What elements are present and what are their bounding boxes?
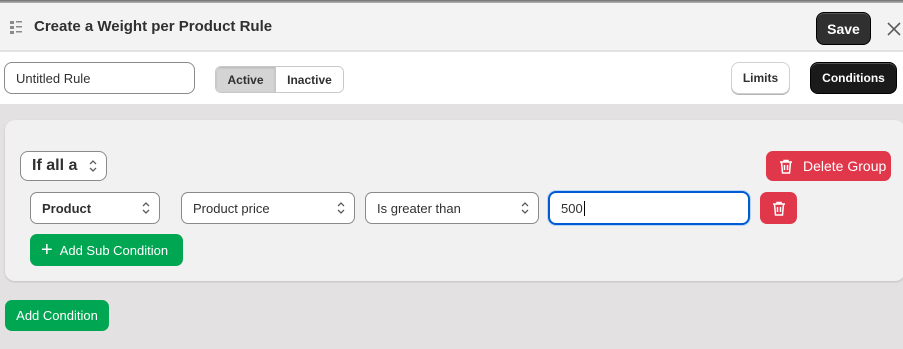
condition-value-text: 500 [561,200,583,216]
chevron-up-down-icon [89,160,97,172]
conditions-button[interactable]: Conditions [810,62,897,94]
trash-icon [772,201,785,216]
status-toggle: Active Inactive [215,66,344,93]
condition-operator-value: Is greater than [377,200,461,216]
rule-name-input[interactable] [4,62,195,94]
delete-group-label: Delete Group [803,158,887,174]
condition-value-input[interactable]: 500 [548,191,750,225]
limits-button[interactable]: Limits [731,62,790,94]
group-match-value: If all a [32,157,78,174]
delete-condition-button[interactable] [760,192,797,224]
modal-header: Create a Weight per Product Rule Save [0,3,903,51]
delete-group-button[interactable]: Delete Group [766,151,891,181]
chevron-up-down-icon [142,202,150,214]
add-sub-condition-button[interactable]: + Add Sub Condition [30,234,183,266]
status-inactive-option[interactable]: Inactive [276,67,343,92]
condition-type-select[interactable]: Product [30,192,160,224]
chevron-up-down-icon [337,202,345,214]
save-button[interactable]: Save [816,12,871,45]
condition-field-select[interactable]: Product price [181,192,355,224]
status-active-option[interactable]: Active [216,67,276,92]
condition-operator-select[interactable]: Is greater than [365,192,539,224]
page-title: Create a Weight per Product Rule [34,18,273,35]
condition-field-value: Product price [193,200,270,216]
chevron-up-down-icon [521,202,529,214]
trash-icon [780,159,792,174]
add-sub-condition-label: Add Sub Condition [59,242,169,258]
condition-type-value: Product [42,200,92,216]
plus-icon: + [41,239,53,261]
text-caret [583,200,585,216]
close-icon[interactable] [887,22,901,36]
add-condition-button[interactable]: Add Condition [5,300,109,331]
rule-toolbar: Active Inactive Limits Conditions [0,52,903,104]
condition-group-card: If all a Delete Group Product Product pr… [5,120,903,281]
group-match-select[interactable]: If all a [20,151,107,181]
rule-list-icon [10,21,22,34]
